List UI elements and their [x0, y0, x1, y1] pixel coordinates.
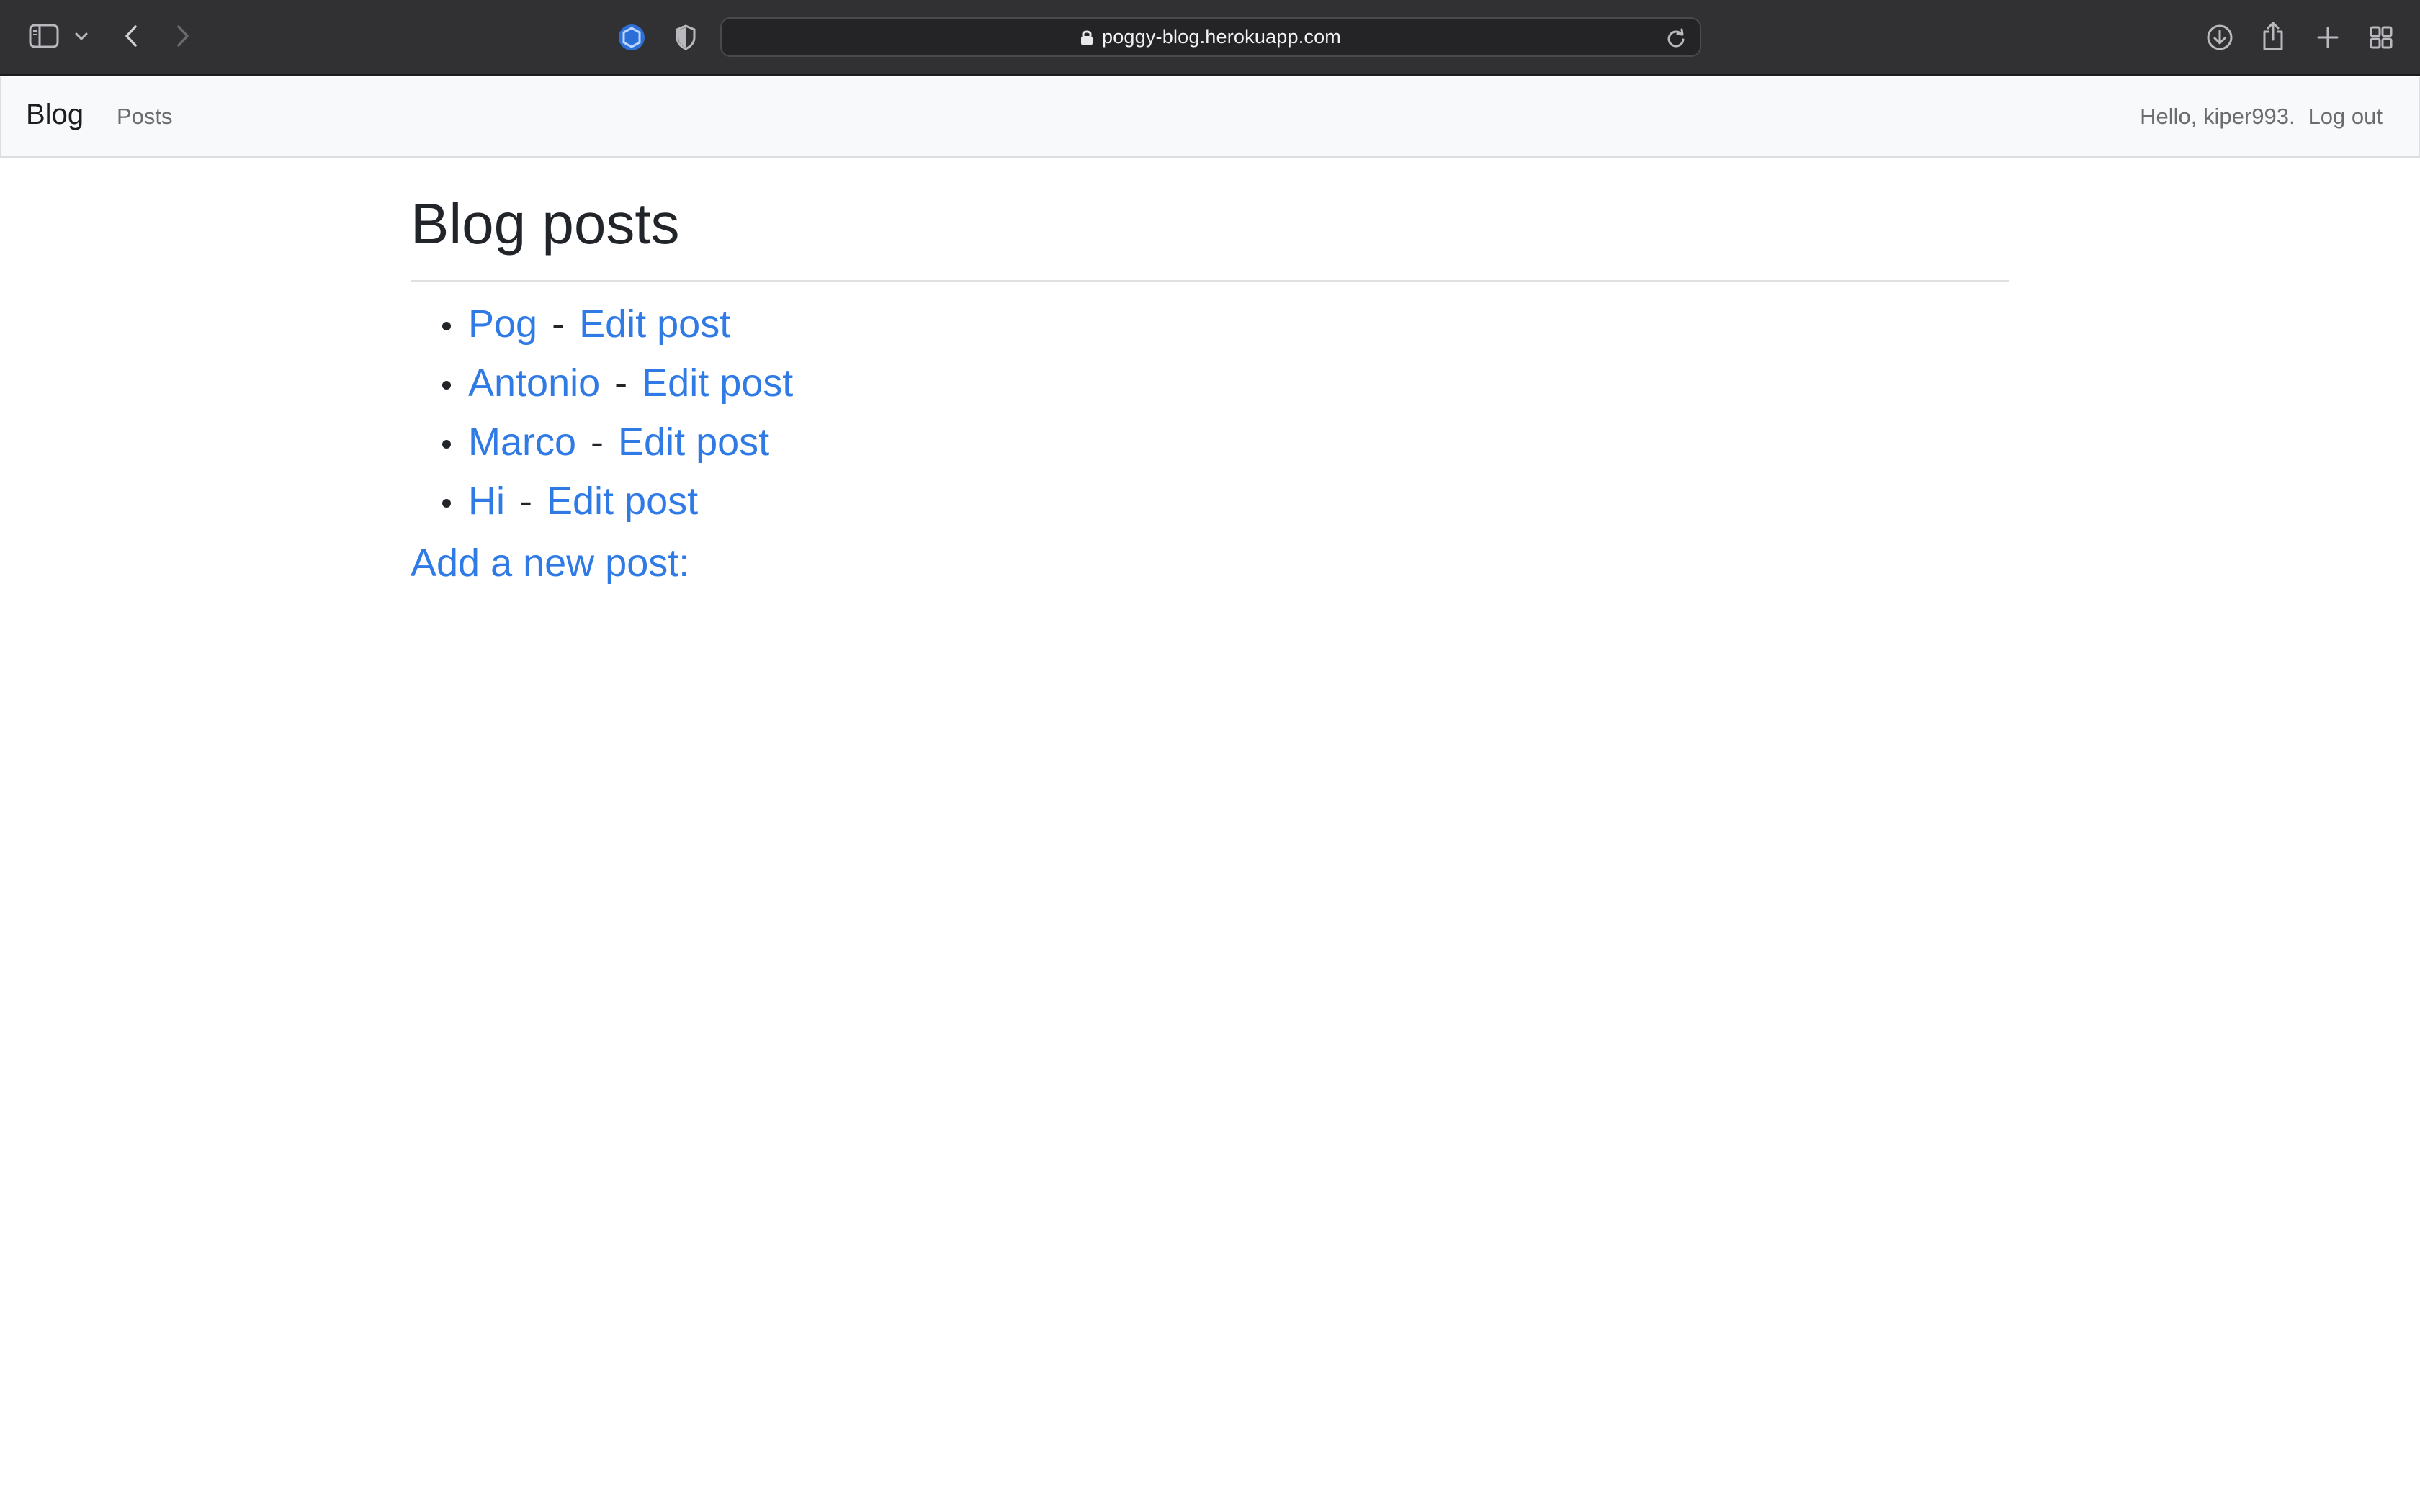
chevron-right-icon[interactable]: [170, 22, 196, 50]
url-text: poggy-blog.herokuapp.com: [1101, 26, 1342, 48]
bullet-icon: [442, 381, 451, 390]
grid-icon[interactable]: [2365, 22, 2397, 53]
edit-post-link[interactable]: Edit post: [579, 302, 730, 346]
page-title: Blog posts: [411, 158, 2009, 282]
main-content: Blog posts Pog - Edit post Antonio - Edit po…: [411, 158, 2009, 585]
browser-toolbar: poggy-blog.herokuapp.com: [0, 0, 2420, 76]
separator: -: [519, 480, 532, 523]
greeting-text: Hello, kiper993.: [2140, 104, 2295, 129]
add-new-post-link[interactable]: Add a new post:: [411, 541, 689, 585]
plus-icon[interactable]: [2312, 22, 2344, 53]
lock-icon: [1080, 29, 1093, 46]
brand-link[interactable]: Blog: [26, 99, 84, 131]
post-title-link[interactable]: Antonio: [468, 361, 600, 405]
bullet-icon: [442, 440, 451, 449]
bullet-icon: [442, 499, 451, 508]
list-item: Antonio - Edit post: [411, 354, 2009, 413]
chevron-left-icon[interactable]: [118, 22, 144, 50]
logout-link[interactable]: Log out: [2308, 104, 2383, 130]
reload-icon[interactable]: [1665, 27, 1687, 49]
address-bar[interactable]: poggy-blog.herokuapp.com: [720, 17, 1701, 57]
nav-posts-link[interactable]: Posts: [117, 104, 173, 130]
bullet-icon: [442, 322, 451, 330]
list-item: Hi - Edit post: [411, 472, 2009, 531]
share-icon[interactable]: [2259, 19, 2287, 53]
post-title-link[interactable]: Hi: [468, 480, 505, 523]
post-title-link[interactable]: Pog: [468, 302, 537, 346]
site-navbar: Blog Posts Hello, kiper993. Log out: [0, 77, 2420, 158]
list-item: Pog - Edit post: [411, 294, 2009, 354]
separator: -: [591, 420, 604, 464]
extension-icon[interactable]: [616, 22, 647, 53]
download-icon[interactable]: [2204, 22, 2236, 53]
user-area: Hello, kiper993. Log out: [2140, 104, 2383, 130]
post-list: Pog - Edit post Antonio - Edit post Marco - Ed…: [411, 282, 2009, 531]
separator: -: [614, 361, 628, 405]
shield-icon[interactable]: [671, 22, 700, 53]
sidebar-icon[interactable]: [27, 22, 60, 50]
edit-post-link[interactable]: Edit post: [642, 361, 793, 405]
list-item: Marco - Edit post: [411, 413, 2009, 472]
post-title-link[interactable]: Marco: [468, 420, 576, 464]
chevron-down-icon[interactable]: [72, 27, 91, 46]
edit-post-link[interactable]: Edit post: [547, 480, 698, 523]
edit-post-link[interactable]: Edit post: [618, 420, 769, 464]
separator: -: [552, 302, 565, 346]
